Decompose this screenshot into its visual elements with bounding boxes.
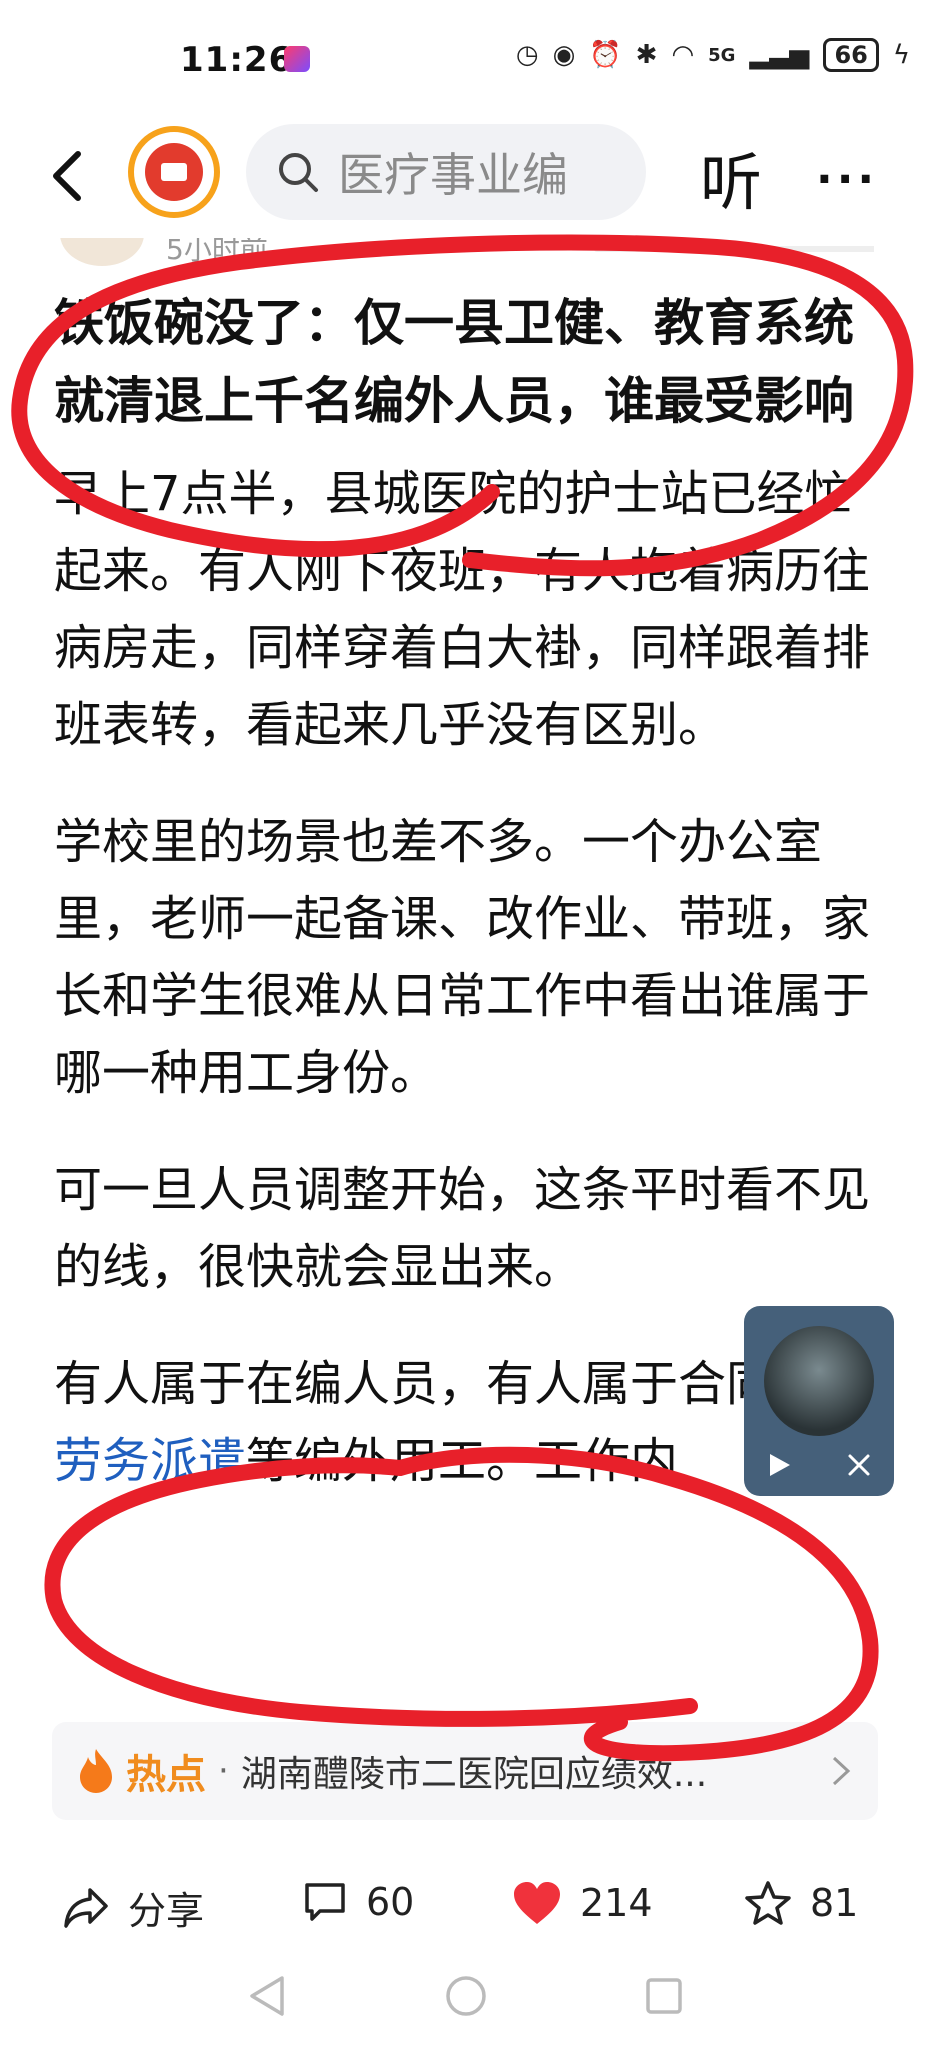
flame-icon [80,1749,112,1793]
share-icon [64,1887,108,1928]
nav-back-icon[interactable] [246,1972,288,2020]
favorite-button[interactable]: 81 [744,1880,858,1926]
hot-topic-text: 湖南醴陵市二医院回应绩效... [240,1754,708,1795]
video-thumbnail[interactable] [764,1326,874,1436]
article-paragraph-2: 学校里的场景也差不多。一个办公室里，老师一起备课、改作业、带班，家长和学生很难从… [54,814,871,1101]
close-icon[interactable] [846,1452,872,1478]
search-box[interactable]: 医疗事业编 [246,124,646,220]
article-paragraph-1: 早上7点半，县城医院的护士站已经忙起来。有人刚下夜班，有人抱着病历往病房走，同样… [54,466,871,753]
signal-bars-icon: ▂▃▅ [749,40,810,70]
search-icon [279,153,318,192]
play-icon[interactable] [766,1452,792,1478]
speed-icon: ◷ [515,40,539,70]
listen-button[interactable]: 听 [700,132,762,222]
search-query-text: 医疗事业编 [338,148,568,202]
article-paragraph-3: 可一旦人员调整开始，这条平时看不见的线，很快就会显出来。 [54,1162,871,1295]
red-envelope-icon [145,143,203,201]
like-button[interactable]: 214 [512,1880,653,1926]
comment-count: 60 [366,1880,415,1924]
paragraph-4-text-end: 等编外用工。工作内 [246,1433,679,1489]
hot-label: 热点 [126,1752,206,1798]
divider [594,246,874,252]
post-time: 5小时前 [166,238,268,266]
author-avatar[interactable] [60,238,144,266]
star-icon [745,1881,791,1925]
alarm-icon: ⏰ [589,40,622,70]
article-title: 铁饭碗没了：仅一县卫健、教育系统就清退上千名编外人员，谁最受影响 [54,294,854,430]
status-icons: ◷ ◉ ⏰ ✱ ◠ 5G ▂▃▅ 66 ϟ [516,38,910,72]
hot-separator: · [218,1751,229,1791]
app-notification-icon [284,46,310,72]
more-options-button[interactable]: ··· [816,154,878,205]
eye-icon: ◉ [552,40,576,70]
favorite-count: 81 [810,1881,859,1925]
comment-button[interactable]: 60 [302,1880,414,1924]
nav-home-icon[interactable] [442,1972,490,2020]
charging-icon: ϟ [892,40,910,70]
wifi-icon: ◠ [671,40,695,70]
comment-icon [305,1883,345,1921]
hot-topic-bar[interactable]: 热点 · 湖南醴陵市二医院回应绩效... [52,1722,878,1820]
top-navigation-bar: 医疗事业编 听 ··· [0,118,930,238]
floating-video-player[interactable] [744,1306,894,1496]
account-avatar[interactable] [128,126,220,218]
status-bar: 11:26 ◷ ◉ ⏰ ✱ ◠ 5G ▂▃▅ 66 ϟ [0,0,930,118]
chevron-right-icon [832,1756,851,1786]
back-arrow-icon[interactable] [40,146,100,206]
share-button[interactable]: 分享 [62,1880,204,1935]
share-label: 分享 [128,1889,205,1933]
nav-recents-icon[interactable] [642,1972,686,2020]
labor-dispatch-link[interactable]: 劳务派遣 [54,1433,246,1489]
battery-indicator: 66 [823,38,879,72]
status-time: 11:26 [180,40,294,80]
like-count: 214 [580,1881,653,1925]
heart-icon [514,1882,560,1924]
signal-5g-icon: 5G [708,44,736,66]
action-bar: 分享 60 214 81 [0,1852,930,1962]
author-info-strip: 5小时前 [54,238,874,266]
bluetooth-icon: ✱ [635,40,658,70]
system-navigation-bar [0,1962,930,2048]
